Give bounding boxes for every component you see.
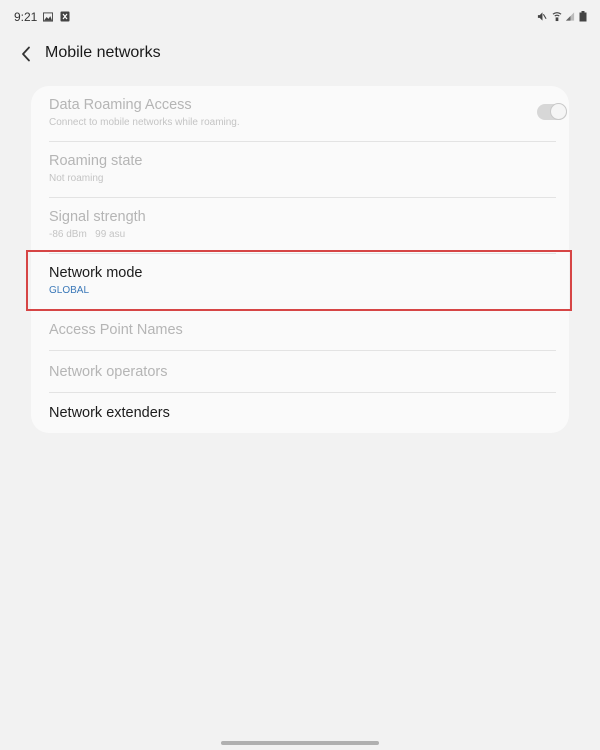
gallery-icon: [43, 11, 53, 22]
setting-title: Roaming state: [49, 153, 143, 169]
setting-signal-strength[interactable]: Signal strength -86 dBm 99 asu: [49, 198, 556, 254]
data-roaming-toggle[interactable]: [537, 103, 567, 120]
wifi-calling-icon: [552, 11, 562, 22]
back-button[interactable]: [12, 40, 40, 68]
setting-data-roaming-access[interactable]: Data Roaming Access Connect to mobile ne…: [49, 86, 567, 142]
page-title: Mobile networks: [45, 44, 161, 61]
mute-icon: [537, 11, 547, 22]
status-bar: 9:21: [0, 0, 600, 34]
setting-title: Network extenders: [49, 405, 170, 421]
setting-title: Access Point Names: [49, 322, 183, 338]
setting-network-operators[interactable]: Network operators: [49, 351, 556, 393]
setting-title: Signal strength: [49, 209, 146, 225]
signal-icon: [565, 11, 575, 22]
battery-icon: [578, 11, 588, 22]
notification-icon: [60, 11, 70, 22]
setting-title: Network operators: [49, 364, 168, 380]
toggle-knob: [550, 103, 567, 120]
status-time: 9:21: [14, 10, 38, 24]
navigation-handle[interactable]: [221, 741, 379, 745]
setting-access-point-names[interactable]: Access Point Names: [49, 310, 556, 351]
setting-subtitle: -86 dBm 99 asu: [49, 229, 126, 240]
setting-title: Data Roaming Access: [49, 97, 192, 113]
app-header: Mobile networks: [0, 34, 600, 72]
setting-subtitle: Not roaming: [49, 173, 104, 184]
chevron-left-icon: [21, 46, 31, 62]
setting-subtitle: Connect to mobile networks while roaming…: [49, 117, 240, 128]
highlight-box: [26, 250, 572, 311]
setting-network-extenders[interactable]: Network extenders: [49, 393, 556, 433]
setting-roaming-state[interactable]: Roaming state Not roaming: [49, 142, 556, 198]
